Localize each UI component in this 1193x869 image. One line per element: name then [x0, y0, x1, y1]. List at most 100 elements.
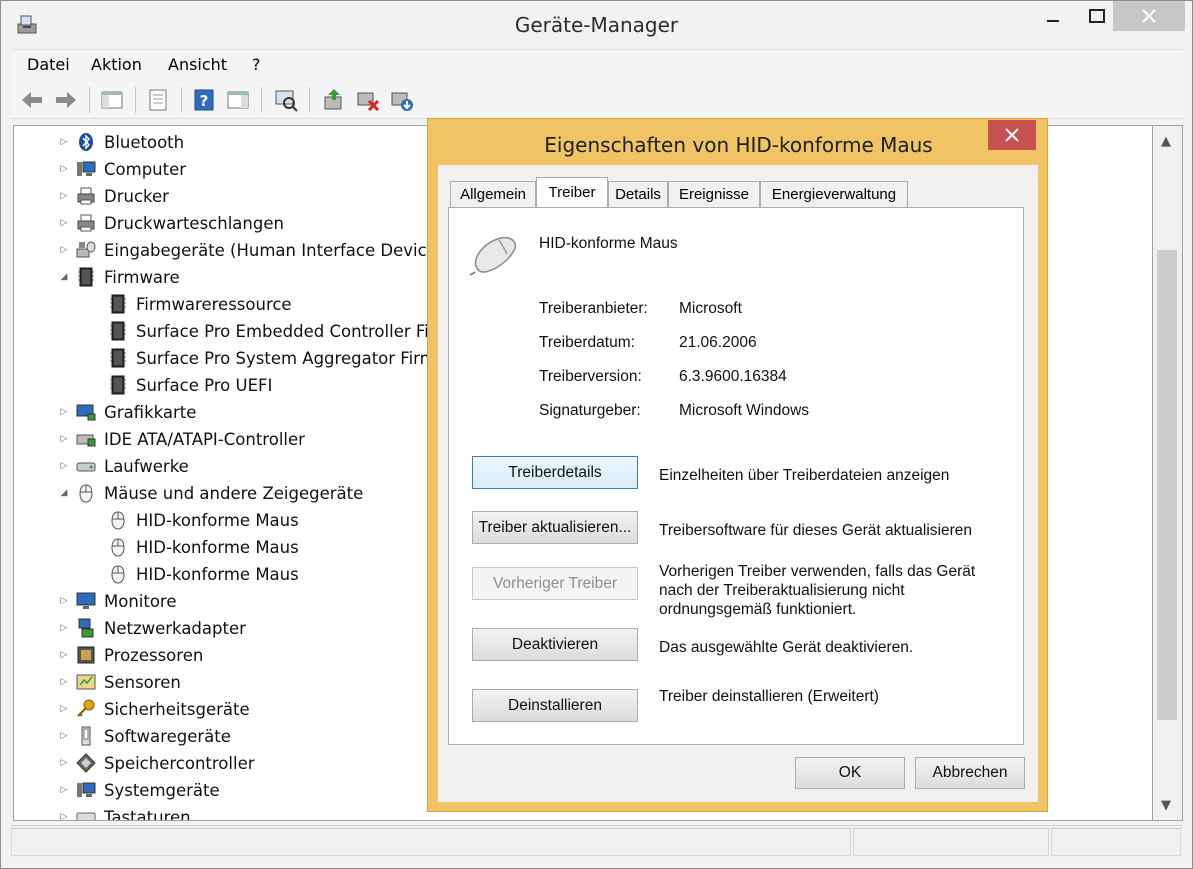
disable-device-icon[interactable] [355, 87, 381, 113]
expanded-arrow-icon[interactable]: ◢ [58, 487, 70, 499]
collapsed-arrow-icon[interactable]: ▷ [58, 649, 70, 661]
expanded-arrow-icon[interactable]: ◢ [58, 271, 70, 283]
tree-item-label: Tastaturen [104, 807, 191, 821]
svg-text:?: ? [200, 92, 209, 110]
tree-item-label: IDE ATA/ATAPI-Controller [104, 429, 305, 449]
tree-item[interactable]: ▷ Netzwerkadapter [58, 615, 246, 641]
tab-energieverwaltung[interactable]: Energieverwaltung [760, 181, 908, 207]
collapsed-arrow-icon[interactable]: ▷ [58, 595, 70, 607]
menu-aktion[interactable]: Aktion [91, 55, 142, 74]
tab-ereignisse[interactable]: Ereignisse [668, 181, 760, 207]
close-button[interactable] [1113, 1, 1185, 31]
collapsed-arrow-icon[interactable]: ▷ [58, 757, 70, 769]
tree-item[interactable]: ▷ Sensoren [58, 669, 181, 695]
field-value-version: 6.3.9600.16384 [679, 368, 787, 385]
tree-item[interactable]: ▷ Computer [58, 156, 187, 182]
collapsed-arrow-icon[interactable]: ▷ [58, 406, 70, 418]
field-label-date: Treiberdatum: [539, 334, 635, 351]
tab-allgemein[interactable]: Allgemein [450, 181, 536, 207]
mouse-icon [108, 510, 136, 530]
field-label-provider: Treiberanbieter: [539, 300, 648, 317]
tree-item[interactable]: ▷ Laufwerke [58, 453, 189, 479]
field-label-signer: Signaturgeber: [539, 402, 641, 419]
tree-item[interactable]: ▷ Softwaregeräte [58, 723, 231, 749]
collapsed-arrow-icon[interactable]: ▷ [58, 784, 70, 796]
title-bar[interactable]: Geräte-Manager [1, 1, 1192, 47]
tree-item[interactable]: ▷ Drucker [58, 183, 169, 209]
tree-item[interactable]: ▷ Druckwarteschlangen [58, 210, 284, 236]
collapsed-arrow-icon[interactable]: ▷ [58, 676, 70, 688]
tab-details[interactable]: Details [608, 181, 668, 207]
collapsed-arrow-icon[interactable]: ▷ [58, 460, 70, 472]
collapsed-arrow-icon[interactable]: ▷ [58, 136, 70, 148]
scroll-thumb[interactable] [1157, 250, 1177, 720]
scroll-up-icon[interactable]: ▲ [1161, 134, 1171, 149]
tree-item-label: Eingabegeräte (Human Interface Devices [104, 240, 446, 260]
tree-item-label: HID-konforme Maus [136, 510, 299, 530]
dialog-close-button[interactable] [988, 120, 1036, 150]
tree-item[interactable]: ▷ IDE ATA/ATAPI-Controller [58, 426, 305, 452]
tree-item[interactable]: Firmwareressource [108, 291, 292, 317]
menu-datei[interactable]: Datei [27, 55, 70, 74]
tree-item-label: Drucker [104, 186, 169, 206]
tree-item[interactable]: HID-konforme Maus [108, 561, 299, 587]
vertical-scrollbar[interactable]: ▲ ▼ [1153, 125, 1183, 821]
update-driver-button[interactable]: Treiber aktualisieren... [472, 511, 638, 544]
collapsed-arrow-icon[interactable]: ▷ [58, 163, 70, 175]
menu-help[interactable]: ? [252, 55, 261, 74]
properties-icon[interactable] [145, 87, 171, 113]
uninstall-device-icon[interactable] [389, 87, 415, 113]
tree-item[interactable]: Surface Pro UEFI [108, 372, 272, 398]
tree-item-label: Laufwerke [104, 456, 189, 476]
collapsed-arrow-icon[interactable]: ▷ [58, 190, 70, 202]
tree-item[interactable]: ▷ Prozessoren [58, 642, 204, 668]
tree-item[interactable]: Surface Pro System Aggregator Firmw [108, 345, 449, 371]
tree-item[interactable]: ◢ Firmware [58, 264, 180, 290]
close-icon [1005, 128, 1019, 142]
tree-item[interactable]: ▷ Speichercontroller [58, 750, 255, 776]
tree-item-label: Surface Pro System Aggregator Firmw [136, 348, 450, 368]
scroll-down-icon[interactable]: ▼ [1161, 798, 1171, 813]
tree-item[interactable]: ▷ Bluetooth [58, 129, 185, 155]
forward-arrow-icon[interactable] [53, 87, 79, 113]
tree-item[interactable]: ▷ Monitore [58, 588, 177, 614]
collapsed-arrow-icon[interactable]: ▷ [58, 811, 70, 820]
storage-controller-icon [76, 753, 104, 773]
cancel-button[interactable]: Abbrechen [915, 757, 1025, 789]
tree-item[interactable]: ▷ Tastaturen [58, 804, 191, 821]
collapsed-arrow-icon[interactable]: ▷ [58, 433, 70, 445]
rollback-driver-button[interactable]: Vorheriger Treiber [472, 567, 638, 600]
tree-item[interactable]: Surface Pro Embedded Controller Fir [108, 318, 436, 344]
menu-ansicht[interactable]: Ansicht [168, 55, 227, 74]
firmware-icon [108, 321, 136, 341]
update-driver-icon[interactable] [321, 87, 347, 113]
tab-treiber[interactable]: Treiber [536, 177, 608, 207]
tree-item-label: Systemgeräte [104, 780, 220, 800]
driver-details-button[interactable]: Treiberdetails [472, 456, 638, 489]
tree-item[interactable]: ▷ Grafikkarte [58, 399, 197, 425]
collapsed-arrow-icon[interactable]: ▷ [58, 244, 70, 256]
collapsed-arrow-icon[interactable]: ▷ [58, 622, 70, 634]
tree-item[interactable]: HID-konforme Maus [108, 534, 299, 560]
tree-item[interactable]: ◢ Mäuse und andere Zeigegeräte [58, 480, 363, 506]
security-key-icon [76, 699, 104, 719]
minimize-icon [1047, 20, 1059, 22]
action-pane-icon[interactable] [225, 87, 251, 113]
tree-item[interactable]: ▷ Sicherheitsgeräte [58, 696, 250, 722]
help-icon[interactable]: ? [191, 87, 217, 113]
back-arrow-icon[interactable] [19, 87, 45, 113]
collapsed-arrow-icon[interactable]: ▷ [58, 217, 70, 229]
show-hide-console-tree-icon[interactable] [99, 87, 125, 113]
tree-item[interactable]: ▷ Systemgeräte [58, 777, 220, 803]
system-device-icon [76, 780, 104, 800]
status-cell-3 [1051, 828, 1181, 856]
uninstall-device-button[interactable]: Deinstallieren [472, 689, 638, 722]
collapsed-arrow-icon[interactable]: ▷ [58, 730, 70, 742]
tree-item[interactable]: ▷ Eingabegeräte (Human Interface Devices [58, 237, 446, 263]
collapsed-arrow-icon[interactable]: ▷ [58, 703, 70, 715]
scan-hardware-icon[interactable] [273, 87, 299, 113]
tree-item[interactable]: HID-konforme Maus [108, 507, 299, 533]
minimize-button[interactable] [1031, 1, 1075, 31]
disable-device-button[interactable]: Deaktivieren [472, 628, 638, 661]
ok-button[interactable]: OK [795, 757, 905, 789]
